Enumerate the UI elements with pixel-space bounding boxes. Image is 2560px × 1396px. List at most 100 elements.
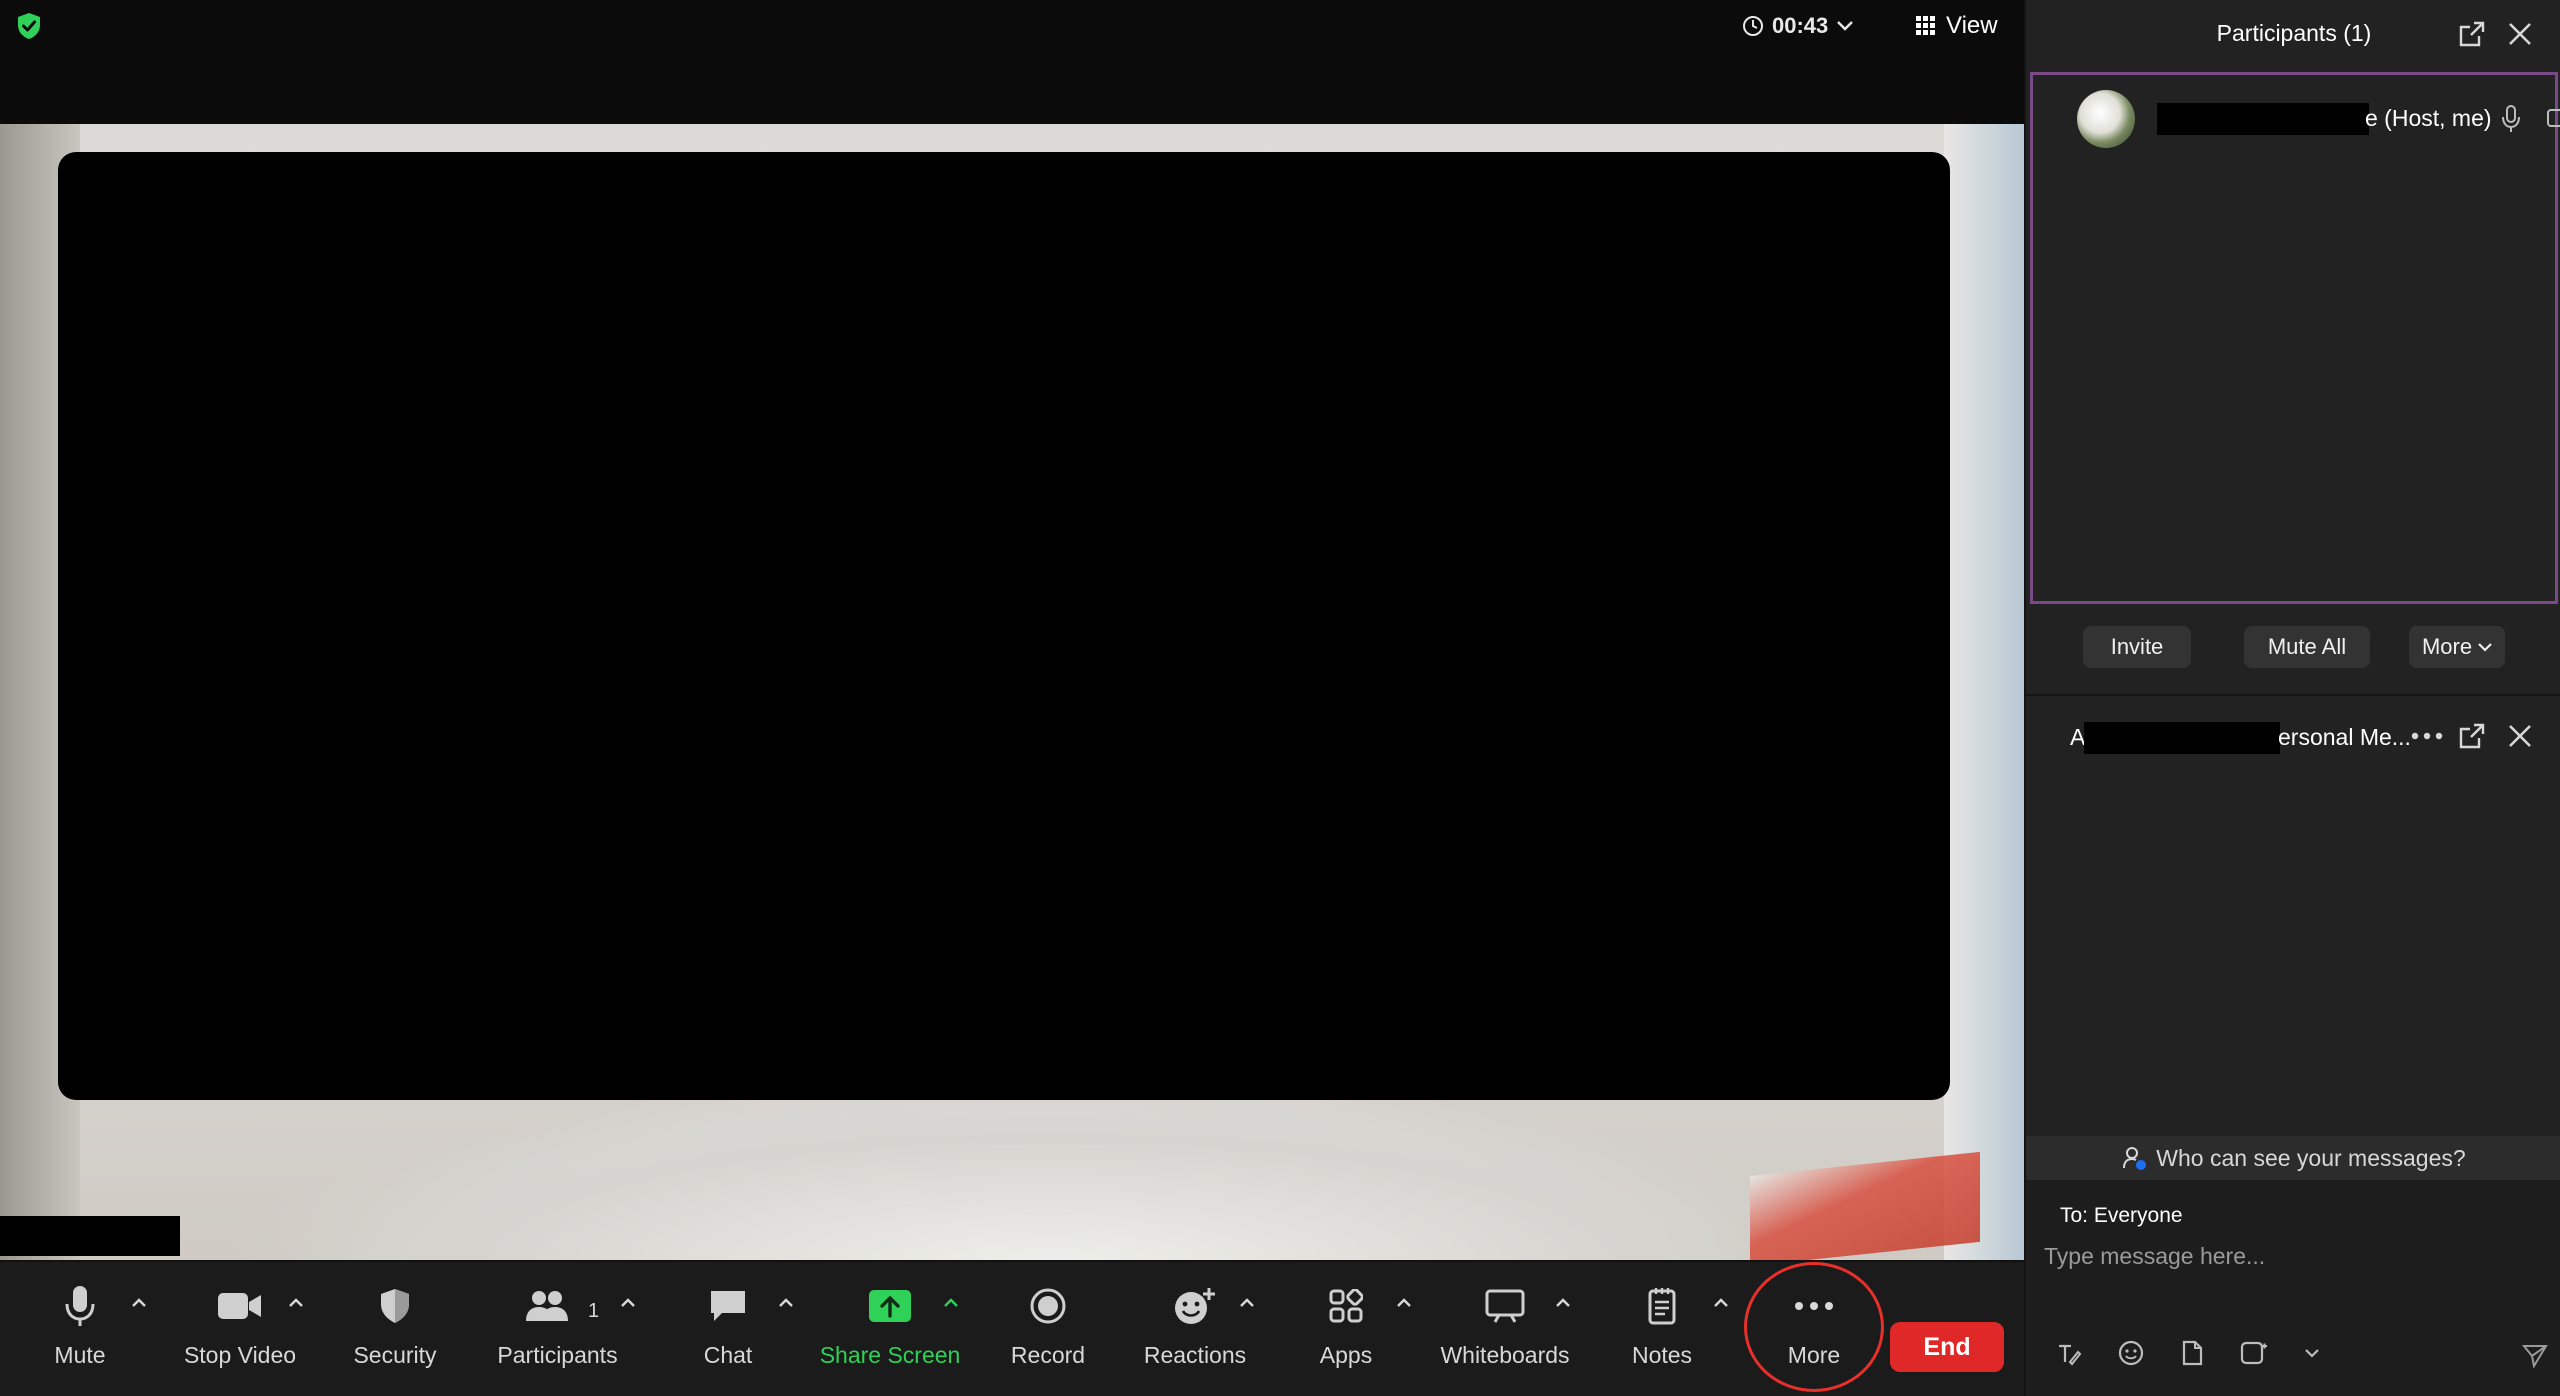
notes-notepad-icon [1646, 1280, 1678, 1332]
meeting-toolbar: Mute Stop Video Security Participants 1 … [0, 1260, 2024, 1396]
participants-more-label: More [2421, 634, 2473, 659]
reactions-smiley-icon [1173, 1280, 1217, 1332]
chat-options-ellipsis-icon[interactable] [2410, 724, 2444, 748]
side-panel: Participants (1) e (Host, me) Invite Mut… [2024, 0, 2560, 1396]
chat-tools [2056, 1338, 2320, 1368]
panel-divider [2026, 694, 2560, 696]
mute-all-button[interactable]: Mute All [2244, 626, 2370, 668]
record-label: Record [1010, 1342, 1086, 1368]
redacted-video-region [58, 152, 1950, 1100]
record-button[interactable]: Record [1008, 1280, 1088, 1390]
mute-options-caret-icon[interactable] [128, 1292, 150, 1314]
meeting-timer[interactable]: 00:43 [1742, 6, 1882, 46]
video-options-caret-icon[interactable] [285, 1292, 307, 1314]
more-ellipsis-icon [1794, 1280, 1834, 1332]
redacted-participant-name [2157, 103, 2369, 135]
participants-header: Participants (1) [2026, 0, 2560, 68]
popout-icon[interactable] [2458, 20, 2486, 48]
more-label: More [1787, 1342, 1841, 1368]
background-wall-right [1944, 124, 2024, 1260]
chevron-down-icon[interactable] [2304, 1347, 2320, 1359]
share-options-caret-icon[interactable] [940, 1292, 962, 1314]
participants-count: 1 [588, 1300, 600, 1322]
chat-popout-icon[interactable] [2458, 722, 2486, 750]
invite-button[interactable]: Invite [2083, 626, 2191, 668]
chevron-down-icon [1836, 20, 1854, 32]
view-label: View [1946, 12, 1998, 39]
end-meeting-button[interactable]: End [1890, 1322, 2004, 1372]
recipient-label[interactable]: To: Everyone [2060, 1204, 2183, 1228]
more-button[interactable]: More [1784, 1280, 1844, 1390]
participant-row[interactable]: e (Host, me) [2077, 90, 2560, 148]
notes-label: Notes [1631, 1342, 1693, 1368]
video-camera-icon[interactable] [2547, 107, 2560, 129]
mute-button[interactable]: Mute [50, 1280, 110, 1390]
notes-button[interactable]: Notes [1632, 1280, 1692, 1390]
video-area: 00:43 View Mute Stop Video Security Part… [0, 0, 2024, 1396]
grid-icon [1916, 16, 1936, 36]
person-info-icon [2122, 1145, 2148, 1171]
stop-video-label: Stop Video [183, 1342, 297, 1368]
emoji-icon[interactable] [2118, 1340, 2144, 1366]
redacted-name-tag [0, 1216, 180, 1256]
chat-composer: To: Everyone [2026, 1180, 2560, 1396]
apps-button[interactable]: Apps [1316, 1280, 1376, 1390]
stop-video-button[interactable]: Stop Video [180, 1280, 300, 1390]
record-icon [1029, 1280, 1067, 1332]
screenshot-icon[interactable] [2240, 1340, 2268, 1366]
encryption-shield-icon[interactable] [16, 12, 42, 40]
chat-header: A ersonal Me... [2026, 714, 2560, 758]
whiteboards-button[interactable]: Whiteboards [1440, 1280, 1570, 1390]
timer-value: 00:43 [1772, 13, 1829, 38]
participants-more-button[interactable]: More [2409, 626, 2505, 668]
close-icon[interactable] [2506, 20, 2534, 48]
apps-label: Apps [1319, 1342, 1373, 1368]
participants-icon [525, 1280, 591, 1332]
reactions-label: Reactions [1143, 1342, 1247, 1368]
participants-label: Participants [497, 1342, 618, 1368]
reactions-options-caret-icon[interactable] [1236, 1292, 1258, 1314]
who-can-see-label: Who can see your messages? [2156, 1144, 2466, 1171]
chevron-down-icon [2478, 642, 2492, 652]
send-icon[interactable] [2522, 1342, 2548, 1368]
participants-button[interactable]: Participants [490, 1280, 625, 1390]
participant-name: e (Host, me) [2365, 105, 2492, 131]
security-label: Security [353, 1342, 437, 1368]
message-input[interactable] [2044, 1236, 2544, 1276]
security-shield-icon [378, 1280, 412, 1332]
participants-actions: Invite Mute All More [2026, 626, 2560, 670]
mute-label: Mute [54, 1342, 106, 1368]
chat-title: ersonal Me... [2278, 724, 2411, 750]
share-screen-label: Share Screen [819, 1342, 961, 1368]
chat-label: Chat [703, 1342, 753, 1368]
who-can-see-messages[interactable]: Who can see your messages? [2026, 1136, 2560, 1180]
video-camera-icon [217, 1280, 263, 1332]
apps-icon [1329, 1280, 1363, 1332]
chat-close-icon[interactable] [2506, 722, 2534, 750]
person-shirt [200, 1084, 1900, 1260]
participants-options-caret-icon[interactable] [617, 1292, 639, 1314]
whiteboards-label: Whiteboards [1440, 1342, 1570, 1368]
format-text-icon[interactable] [2056, 1340, 2082, 1366]
whiteboard-icon [1485, 1280, 1525, 1332]
reactions-button[interactable]: Reactions [1143, 1280, 1247, 1390]
participants-list: e (Host, me) [2030, 72, 2560, 604]
share-screen-button[interactable]: Share Screen [820, 1280, 960, 1390]
self-video-feed [0, 124, 2024, 1260]
apps-options-caret-icon[interactable] [1393, 1292, 1415, 1314]
microphone-icon[interactable] [2501, 105, 2521, 133]
notes-options-caret-icon[interactable] [1710, 1292, 1732, 1314]
share-screen-arrow-icon [868, 1280, 912, 1332]
chat-button[interactable]: Chat [698, 1280, 758, 1390]
microphone-icon [63, 1280, 97, 1332]
whiteboards-options-caret-icon[interactable] [1552, 1292, 1574, 1314]
meeting-top-bar: 00:43 View [0, 0, 2024, 124]
file-icon[interactable] [2180, 1340, 2204, 1366]
clock-icon [1742, 15, 1764, 37]
view-button[interactable]: View [1906, 6, 2010, 46]
redacted-chat-title [2084, 722, 2280, 754]
chat-bubble-icon [708, 1280, 748, 1332]
chat-options-caret-icon[interactable] [775, 1292, 797, 1314]
security-button[interactable]: Security [340, 1280, 450, 1390]
avatar [2077, 90, 2135, 148]
